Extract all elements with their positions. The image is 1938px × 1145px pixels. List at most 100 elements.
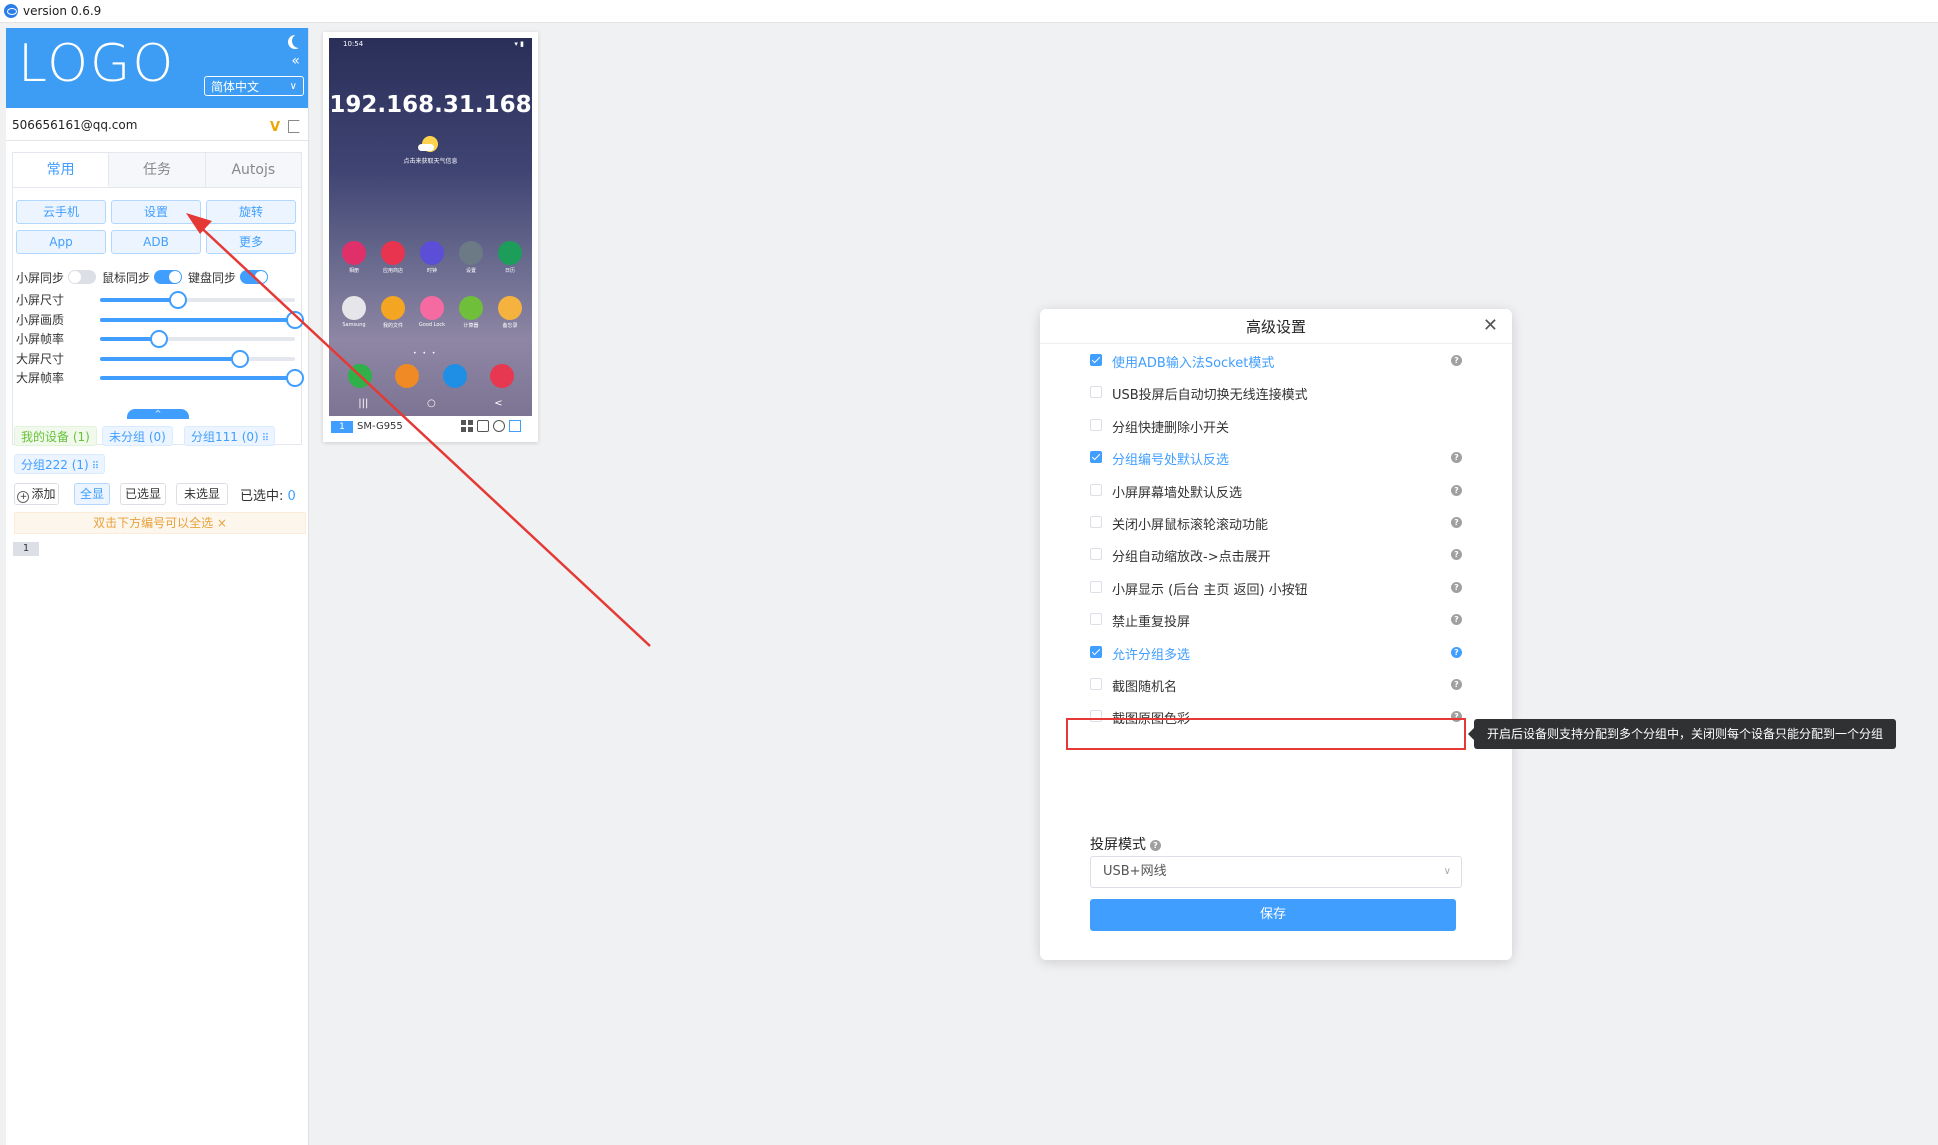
slider-knob[interactable] [286,369,304,387]
option-row[interactable]: 使用ADB输入法Socket模式? [1090,351,1462,371]
option-row[interactable]: 关闭小屏鼠标滚轮滚动功能? [1090,513,1462,533]
group-tag[interactable]: 我的设备 (1) [14,426,97,446]
device-screen[interactable]: 10:54 ▾ ▮ 192.168.31.168 点击来获取天气信息 相册 应用商… [329,38,532,416]
slider-track[interactable] [100,330,295,348]
option-row[interactable]: 小屏屏幕墙处默认反选? [1090,481,1462,501]
checkbox[interactable] [1090,645,1102,658]
tab-0[interactable]: 常用 [13,153,110,187]
help-icon[interactable]: ? [1451,646,1462,658]
drag-handle-icon[interactable]: ⠿ [92,461,99,472]
option-row[interactable]: 小屏显示 (后台 主页 返回) 小按钮? [1090,578,1462,598]
slider-track[interactable] [100,369,304,387]
app-icon-2[interactable]: Good Lock [415,296,449,329]
select-all-tip[interactable]: 双击下方编号可以全选 × [14,512,306,534]
app-icon-1[interactable]: 应用商店 [376,241,410,274]
slider-track[interactable] [100,349,295,368]
show-selected-button[interactable]: 已选显 [120,483,166,505]
back-icon[interactable]: < [494,398,502,409]
recents-icon[interactable]: ||| [358,398,368,409]
close-icon[interactable]: ✕ [1483,317,1498,335]
option-row[interactable]: 分组自动缩放改->点击展开? [1090,545,1462,565]
app-icon-0[interactable] [343,364,377,388]
action-button-3[interactable]: App [16,230,106,254]
dark-mode-icon[interactable] [292,34,306,48]
app-icon-1[interactable]: 我的文件 [376,296,410,329]
logout-icon[interactable] [288,120,300,133]
app-icon-1[interactable] [390,364,424,388]
option-row[interactable]: 分组编号处默认反选? [1090,448,1462,468]
group-tag[interactable]: 未分组 (0) [102,426,173,446]
checkbox[interactable] [1090,678,1102,690]
mode-value: USB+网线 [1103,864,1167,879]
checkbox[interactable] [1090,451,1102,464]
checkbox[interactable] [1090,354,1102,366]
drag-handle-icon[interactable]: ⠿ [262,433,269,444]
help-icon[interactable]: ? [1451,452,1462,464]
collapse-sidebar-icon[interactable]: « [291,54,300,68]
app-icon-3[interactable] [485,364,519,388]
home-icon[interactable] [477,420,489,432]
action-button-2[interactable]: 旋转 [206,200,296,224]
clock-icon[interactable] [493,420,505,432]
device-index-badge[interactable]: 1 [331,421,353,433]
help-icon[interactable]: ? [1451,679,1462,690]
device-card[interactable]: 10:54 ▾ ▮ 192.168.31.168 点击来获取天气信息 相册 应用商… [323,32,538,442]
checkbox[interactable] [1090,613,1102,626]
show-unselected-button[interactable]: 未选显 [176,483,228,505]
apps-grid-icon[interactable] [461,420,473,432]
slider-knob[interactable] [169,291,187,309]
option-row[interactable]: 禁止重复投屏? [1090,610,1462,630]
toggle-switch[interactable] [68,270,97,284]
group-tag[interactable]: 分组111 (0) ⠿ [184,426,276,446]
help-icon[interactable]: ? [1451,614,1462,626]
action-button-5[interactable]: 更多 [206,230,296,254]
checkbox[interactable] [1090,386,1102,399]
option-row[interactable]: 允许分组多选? [1090,643,1462,663]
slider-knob[interactable] [231,349,250,368]
add-button[interactable]: + 添加 [14,483,59,505]
option-row[interactable]: 分组快捷删除小开关 [1090,416,1462,436]
language-select[interactable]: 简体中文 ∨ [204,76,304,96]
app-icon-2[interactable]: 时钟 [415,241,449,274]
tab-1[interactable]: 任务 [109,153,206,187]
tab-2[interactable]: Autojs [206,153,301,187]
option-row[interactable]: USB投屏后自动切换无线连接模式 [1090,383,1462,403]
slider-knob[interactable] [149,330,168,348]
app-icon-0[interactable]: 相册 [337,241,371,274]
option-row[interactable]: 截图随机名? [1090,675,1462,695]
help-icon[interactable]: ? [1150,840,1161,851]
app-icon-0[interactable]: Samsung [337,296,371,329]
app-icon-3[interactable]: 计算器 [454,296,488,329]
app-icon-2[interactable] [438,364,472,388]
action-button-0[interactable]: 云手机 [16,200,106,224]
help-icon[interactable]: ? [1451,581,1462,593]
device-index[interactable]: 1 [13,542,39,556]
toggle-switch[interactable] [240,270,269,284]
slider-knob[interactable] [286,310,304,329]
app-icon-4[interactable]: 日历 [493,241,527,274]
slider-track[interactable] [100,310,304,329]
fullscreen-icon[interactable] [509,420,521,432]
help-icon[interactable]: ? [1451,549,1462,561]
checkbox[interactable] [1090,418,1102,431]
help-icon[interactable]: ? [1451,355,1462,366]
save-button[interactable]: 保存 [1090,899,1456,931]
show-all-button[interactable]: 全显 [74,483,110,505]
checkbox[interactable] [1090,483,1102,496]
slider-track[interactable] [100,291,295,309]
app-icon-4[interactable]: 备忘录 [493,296,527,329]
help-icon[interactable]: ? [1451,484,1462,496]
home-icon[interactable]: ○ [427,398,436,409]
vip-icon[interactable]: V [270,120,280,135]
toggle-switch[interactable] [154,270,183,284]
group-tag[interactable]: 分组222 (1) ⠿ [14,454,106,474]
checkbox[interactable] [1090,516,1102,528]
help-icon[interactable]: ? [1451,517,1462,528]
action-button-1[interactable]: 设置 [111,200,201,224]
mode-select[interactable]: USB+网线 ∨ [1090,856,1462,888]
expand-panel-tab[interactable]: ^ [127,409,189,419]
checkbox[interactable] [1090,548,1102,561]
action-button-4[interactable]: ADB [111,230,201,254]
app-icon-3[interactable]: 设置 [454,241,488,274]
checkbox[interactable] [1090,580,1102,593]
